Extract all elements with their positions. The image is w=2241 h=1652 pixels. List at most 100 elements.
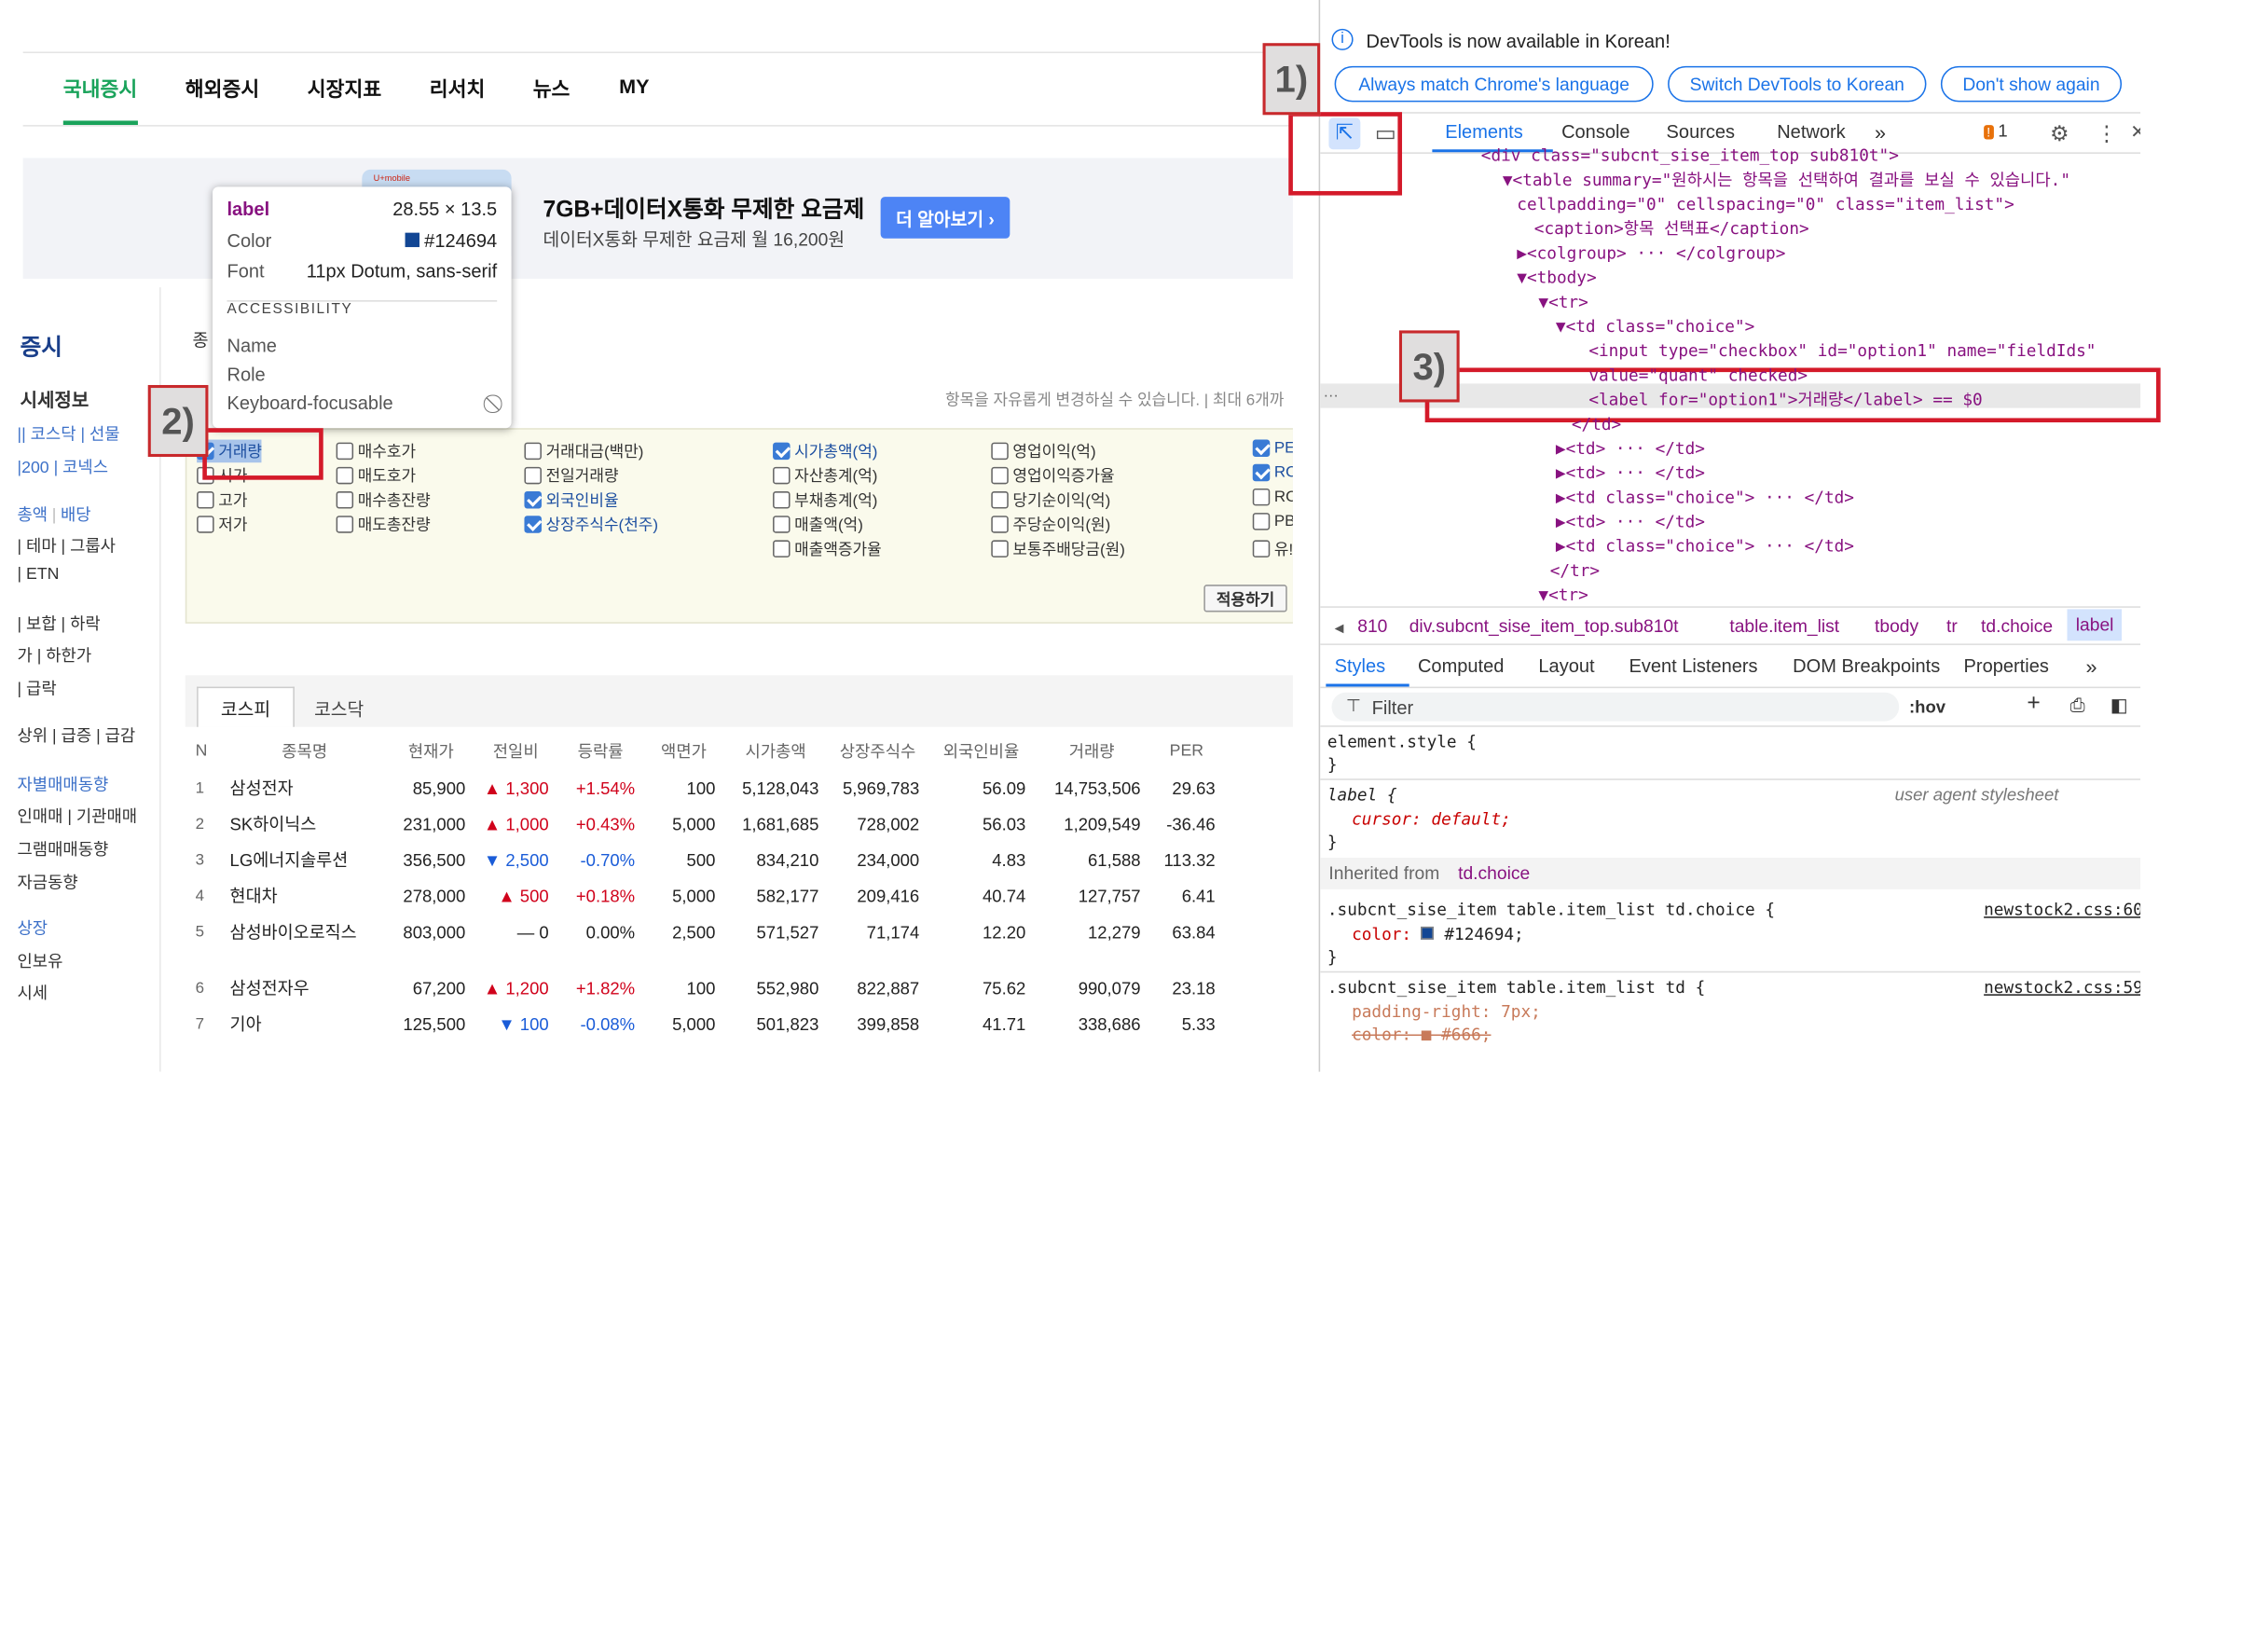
checkbox-label[interactable]: ROE [1274, 464, 1293, 481]
tab-network[interactable]: Network [1777, 120, 1845, 142]
checkbox-label[interactable]: 매출액(억) [794, 513, 863, 536]
checkbox-high[interactable]: 고가 [197, 489, 247, 512]
tab-elements[interactable]: Elements [1445, 120, 1523, 142]
dom-node-line[interactable]: ▶<td class="choice"> ··· </td> [1320, 534, 2140, 558]
checkbox-icon[interactable] [773, 491, 791, 509]
sidebar-link[interactable]: 배당 [61, 507, 91, 524]
checkbox-icon[interactable] [336, 491, 354, 509]
nav-news[interactable]: 뉴스 [533, 75, 571, 103]
new-rule-icon[interactable]: + [2027, 691, 2040, 717]
dom-node-line[interactable]: ▼<tbody> [1320, 266, 2140, 290]
checkbox-icon[interactable] [1252, 488, 1271, 506]
checkbox-checked-icon[interactable] [1252, 463, 1271, 482]
checkbox-sales-growth[interactable]: 매출액증가율 [773, 537, 882, 560]
checkbox-pbr[interactable]: PB [1252, 513, 1293, 530]
css-rule-choice[interactable]: .subcnt_sise_item table.item_list td.cho… [1327, 900, 1775, 920]
hov-toggle[interactable]: :hov [1909, 696, 1945, 717]
dom-node-line[interactable]: </tr> [1320, 558, 2140, 583]
checkbox-label[interactable]: 당기순이익(억) [1012, 489, 1110, 512]
sidebar-link-row[interactable]: 총액 | 배당 [17, 502, 90, 526]
stock-name-link[interactable]: SK하이닉스 [221, 806, 388, 843]
stock-name-link[interactable]: 기아 [221, 1006, 388, 1042]
checkbox-icon[interactable] [336, 466, 354, 485]
checkbox-label[interactable]: PB [1274, 513, 1293, 530]
switch-korean-button[interactable]: Switch DevTools to Korean [1668, 65, 1927, 103]
checkbox-icon[interactable] [524, 466, 542, 485]
checkbox-reserve[interactable]: 유! [1252, 537, 1293, 560]
checkbox-icon[interactable] [991, 516, 1009, 533]
sidebar-link[interactable]: 자금동향 [17, 871, 77, 894]
checkbox-icon[interactable] [773, 540, 791, 558]
sidebar-link-row[interactable]: | ETN [17, 566, 59, 583]
sidebar-link[interactable]: 상장 [17, 916, 48, 940]
sidebar-link-row[interactable]: 상위 | 급증 | 급감 [17, 724, 135, 748]
checkbox-listed-shares[interactable]: 상장주식수(천주) [524, 513, 658, 536]
checkbox-label[interactable]: 저가 [218, 513, 247, 536]
breadcrumb-item[interactable]: 810 [1357, 616, 1387, 637]
checkbox-checked-icon[interactable] [524, 491, 542, 509]
dom-node-line[interactable]: </td> [1320, 412, 2140, 436]
checkbox-label[interactable]: PER [1274, 440, 1293, 457]
checkbox-icon[interactable] [991, 466, 1009, 485]
dom-node-line[interactable]: ▶<colgroup> ··· </colgroup> [1320, 241, 2140, 266]
checkbox-label[interactable]: 유! [1274, 537, 1293, 560]
breadcrumb-item[interactable]: div.subcnt_sise_item_top.sub810t [1409, 616, 1679, 637]
column-header[interactable]: 외국인비율 [928, 733, 1034, 770]
dom-node-line[interactable]: <label for="option1">거래량</label> == $0 [1320, 388, 2140, 412]
css-declaration-color[interactable]: color: #124694; [1352, 924, 1524, 944]
stock-name-link[interactable]: LG에너지솔루션 [221, 842, 388, 878]
checkbox-label[interactable]: 보통주배당금(원) [1012, 537, 1124, 560]
checkbox-icon[interactable] [773, 466, 791, 485]
dom-node-line[interactable]: ▶<td> ··· </td> [1320, 461, 2140, 486]
css-rule-td[interactable]: .subcnt_sise_item table.item_list td { [1327, 977, 1705, 998]
dont-show-again-button[interactable]: Don't show again [1940, 65, 2123, 103]
column-header[interactable]: 상장주식수 [828, 733, 928, 770]
stock-name-link[interactable]: 삼성바이오로직스 [221, 914, 388, 950]
checkbox-label[interactable]: 부채총계(억) [794, 489, 877, 512]
inherited-element[interactable]: td.choice [1458, 863, 1530, 884]
nav-research[interactable]: 리서치 [430, 75, 486, 103]
css-rule-label[interactable]: label { [1327, 784, 1397, 805]
checkbox-icon[interactable] [991, 442, 1009, 461]
stock-name-link[interactable]: 현대차 [221, 878, 388, 915]
table-row[interactable]: 3 LG에너지솔루션 356,500 ▼ 2,500 -0.70% 500 834,210 2… [186, 842, 1224, 878]
checkbox-label[interactable]: 영업이익(억) [1012, 440, 1095, 463]
nav-overseas[interactable]: 해외증시 [186, 75, 259, 103]
stock-name-link[interactable]: 삼성전자우 [221, 970, 388, 1006]
learn-more-button[interactable]: 더 알아보기 › [880, 197, 1011, 239]
css-source-link[interactable]: newstock2.css:59 [1984, 977, 2140, 998]
column-header[interactable]: 종목명 [221, 733, 388, 770]
checkbox-ask-total[interactable]: 매도총잔량 [336, 513, 431, 536]
kebab-menu-icon[interactable]: ⋮ [2096, 120, 2117, 146]
checkbox-label[interactable]: 외국인비율 [546, 489, 619, 512]
table-row[interactable]: 2 SK하이닉스 231,000 ▲ 1,000 +0.43% 5,000 1,681,68… [186, 806, 1224, 843]
checkbox-op-growth[interactable]: 영업이익증가율 [991, 464, 1115, 488]
checkbox-icon[interactable] [1252, 513, 1271, 530]
checkbox-per[interactable]: PER [1252, 439, 1293, 458]
table-row[interactable]: 6 삼성전자우 67,200 ▲ 1,200 +1.82% 100 552,980 822,8… [186, 970, 1224, 1006]
checkbox-icon[interactable] [991, 540, 1009, 558]
sidebar-link-row[interactable]: | 보합 | 하락 [17, 612, 100, 635]
checkbox-icon[interactable] [991, 491, 1009, 509]
styles-filter-input[interactable]: ⊤ Filter [1331, 692, 1900, 722]
tab-kosdaq[interactable]: 코스닥 [296, 687, 381, 727]
checkbox-icon[interactable] [1252, 540, 1271, 558]
css-rule-element-style[interactable]: element.style { [1327, 731, 1477, 751]
breadcrumb-scroll-left-icon[interactable]: ◂ [1335, 616, 1344, 639]
color-swatch-icon[interactable] [1421, 926, 1435, 940]
checkbox-label[interactable]: 매도호가 [358, 464, 416, 488]
checkbox-label[interactable]: 매도총잔량 [358, 513, 431, 536]
checkbox-label[interactable]: 매출액증가율 [794, 537, 882, 560]
dom-node-line[interactable]: ▶<td> ··· </td> [1320, 436, 2140, 461]
checkbox-checked-icon[interactable] [524, 516, 542, 533]
dom-node-line[interactable]: ▼<tr> [1320, 584, 2140, 608]
checkbox-ask[interactable]: 매도호가 [336, 464, 416, 488]
sidebar-link[interactable]: 총액 [17, 507, 48, 524]
dom-node-line[interactable]: ▶<td> ··· </td> [1320, 510, 2140, 534]
tab-styles[interactable]: Styles [1335, 655, 1386, 677]
sidebar-link[interactable]: 그램매매동향 [17, 837, 108, 860]
sidebar-link[interactable]: 인보유 [17, 950, 62, 973]
css-declaration-cursor[interactable]: cursor: default; [1352, 809, 1511, 830]
checkbox-sales[interactable]: 매출액(억) [773, 513, 863, 536]
match-language-button[interactable]: Always match Chrome's language [1334, 65, 1654, 103]
